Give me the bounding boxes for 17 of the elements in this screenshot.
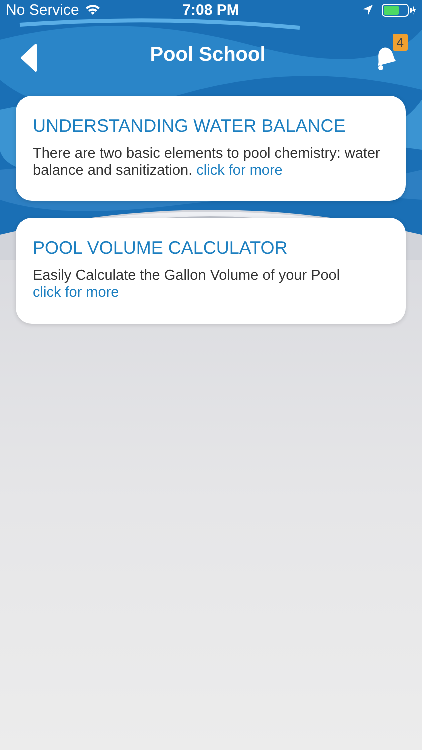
page-title: Pool School [150, 44, 266, 66]
card-description: Easily Calculate the Gallon Volume of your Pool click for more [33, 268, 342, 302]
battery-icon [382, 4, 416, 16]
notification-badge: 4 [392, 34, 408, 51]
carrier-label: No Service [6, 2, 80, 18]
card-title: POOL VOLUME CALCULATOR [33, 238, 289, 260]
notifications-button[interactable]: 4 [368, 34, 408, 76]
card-title: UNDERSTANDING WATER BALANCE [33, 116, 347, 137]
wifi-icon [85, 4, 102, 16]
lesson-card[interactable]: UNDERSTANDING WATER BALANCE There are two basic elements to pool chemistry: water balance and sanitization. click for more [16, 96, 406, 202]
lesson-card[interactable]: POOL VOLUME CALCULATOR Easily Calculate the Gallon Volume of your Pool click for more [16, 218, 406, 324]
card-description: There are two basic elements to pool chemistry: water balance and sanitization. click for more [33, 146, 382, 180]
more-link[interactable]: click for more [33, 285, 120, 302]
status-time: 7:08 PM [182, 2, 240, 18]
more-link[interactable]: click for more [196, 162, 283, 179]
location-icon [362, 4, 374, 16]
back-icon [20, 44, 38, 72]
